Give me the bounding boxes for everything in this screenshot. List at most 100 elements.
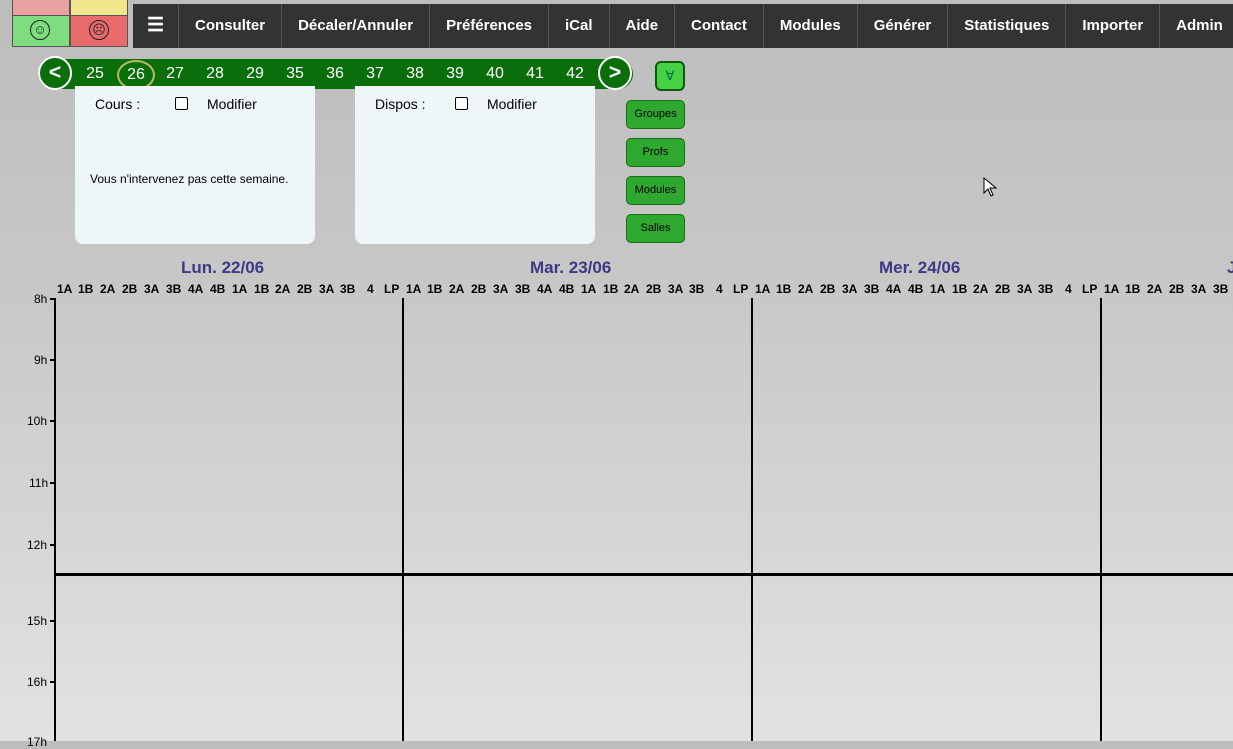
logo-quadrant: ☹ xyxy=(70,15,128,47)
group-header: 4 xyxy=(716,282,723,296)
previous-week-button[interactable]: < xyxy=(38,56,72,90)
group-header: 1A xyxy=(930,282,946,296)
mouse-pointer-icon xyxy=(983,177,997,197)
group-header: 3A xyxy=(668,282,684,296)
group-header: 1A xyxy=(1104,282,1120,296)
group-header: 1B xyxy=(776,282,792,296)
group-header: 2B xyxy=(646,282,662,296)
filter-salles-button[interactable]: Salles xyxy=(626,214,685,243)
group-header: 2B xyxy=(122,282,138,296)
group-header: 1A xyxy=(406,282,422,296)
grid-line xyxy=(751,298,753,741)
day-header-monday: Lun. 22/06 xyxy=(181,258,265,277)
group-header: 2B xyxy=(1169,282,1185,296)
dispos-label: Dispos : xyxy=(375,96,426,112)
nav-importer[interactable]: Importer xyxy=(1066,4,1161,48)
week-40[interactable]: 40 xyxy=(477,59,513,89)
nav-consulter[interactable]: Consulter xyxy=(179,4,283,48)
week-36[interactable]: 36 xyxy=(317,59,353,89)
hamburger-menu-icon[interactable]: ☰ xyxy=(133,4,180,48)
group-header: 2A xyxy=(449,282,465,296)
logo-quadrant xyxy=(12,0,70,16)
group-header: 2A xyxy=(798,282,814,296)
logo-quadrant: ☺ xyxy=(12,15,70,47)
week-41[interactable]: 41 xyxy=(517,59,553,89)
group-header: 3B xyxy=(864,282,880,296)
group-header: 4B xyxy=(559,282,575,296)
app-logo: ☺ ☹ xyxy=(12,0,130,47)
nav-decaler-annuler[interactable]: Décaler/Annuler xyxy=(282,4,431,48)
group-header: 2A xyxy=(275,282,291,296)
day-header-tuesday: Mar. 23/06 xyxy=(530,258,612,277)
week-39[interactable]: 39 xyxy=(437,59,473,89)
hour-label: 12h xyxy=(27,538,48,552)
group-header: 2B xyxy=(995,282,1011,296)
cours-modifier-label: Modifier xyxy=(207,96,257,112)
nav-generer[interactable]: Générer xyxy=(858,4,949,48)
group-header: 2B xyxy=(297,282,313,296)
nav-preferences[interactable]: Préférences xyxy=(430,4,550,48)
group-header: 1A xyxy=(755,282,771,296)
group-header: 1A xyxy=(57,282,73,296)
group-header: 3A xyxy=(1191,282,1207,296)
hour-label: 8h xyxy=(34,292,48,306)
cours-panel: Cours : Modifier Vous n'intervenez pas c… xyxy=(75,86,315,244)
filter-profs-button[interactable]: Profs xyxy=(626,138,685,167)
group-header: 4A xyxy=(537,282,553,296)
grid-line xyxy=(402,298,404,741)
group-header: 1B xyxy=(952,282,968,296)
group-header: 3B xyxy=(340,282,356,296)
group-header: 2B xyxy=(471,282,487,296)
week-38[interactable]: 38 xyxy=(397,59,433,89)
week-27[interactable]: 27 xyxy=(157,59,193,89)
grid-line xyxy=(1100,298,1102,741)
group-header: 2A xyxy=(1147,282,1163,296)
week-29[interactable]: 29 xyxy=(237,59,273,89)
group-header: 4B xyxy=(210,282,226,296)
group-header: 3B xyxy=(166,282,182,296)
week-28[interactable]: 28 xyxy=(197,59,233,89)
group-header: 4B xyxy=(908,282,924,296)
week-35[interactable]: 35 xyxy=(277,59,313,89)
group-header: 2B xyxy=(820,282,836,296)
group-header: 4A xyxy=(188,282,204,296)
group-header: 3B xyxy=(515,282,531,296)
week-42[interactable]: 42 xyxy=(557,59,593,89)
lunch-break-line xyxy=(54,573,1233,576)
group-header: 3B xyxy=(1213,282,1229,296)
main-navbar: ☰ Consulter Décaler/Annuler Préférences … xyxy=(133,4,1233,48)
dispos-panel: Dispos : Modifier xyxy=(355,86,595,244)
hour-label: 9h xyxy=(34,353,48,367)
dispos-modifier-checkbox[interactable] xyxy=(455,97,468,110)
group-header: 3A xyxy=(319,282,335,296)
day-header-wednesday: Mer. 24/06 xyxy=(879,258,961,277)
nav-ical[interactable]: iCal xyxy=(549,4,610,48)
filter-modules-button[interactable]: Modules xyxy=(626,176,685,205)
next-week-button[interactable]: > xyxy=(598,56,632,90)
hour-label: 10h xyxy=(27,414,48,428)
sad-face-icon: ☹ xyxy=(89,20,109,40)
nav-modules[interactable]: Modules xyxy=(764,4,858,48)
hour-label: 15h xyxy=(27,614,48,628)
grid-line xyxy=(54,298,56,741)
group-headers: 1A 1B 2A 2B 3A 3B 4A 4B 1A 1B 2A 2B 3A 3B 4 LP 1A 1B 2A 2B 3… xyxy=(0,282,1233,296)
nav-admin[interactable]: Admin xyxy=(1160,4,1233,48)
group-header: 1A xyxy=(581,282,597,296)
nav-contact[interactable]: Contact xyxy=(675,4,764,48)
group-header: 1B xyxy=(603,282,619,296)
nav-aide[interactable]: Aide xyxy=(610,4,676,48)
filter-groupes-button[interactable]: Groupes xyxy=(626,100,685,129)
group-header: 2A xyxy=(100,282,116,296)
hour-label: 17h xyxy=(27,735,48,749)
group-header: 4 xyxy=(1065,282,1072,296)
group-header: 4 xyxy=(367,282,374,296)
group-header: 3A xyxy=(1017,282,1033,296)
all-weeks-button[interactable]: ∀ xyxy=(655,61,685,91)
group-header: 1B xyxy=(78,282,94,296)
happy-face-icon: ☺ xyxy=(30,20,50,40)
week-25[interactable]: 25 xyxy=(77,59,113,89)
nav-statistiques[interactable]: Statistiques xyxy=(948,4,1067,48)
group-header: 1A xyxy=(232,282,248,296)
cours-modifier-checkbox[interactable] xyxy=(175,97,188,110)
week-37[interactable]: 37 xyxy=(357,59,393,89)
